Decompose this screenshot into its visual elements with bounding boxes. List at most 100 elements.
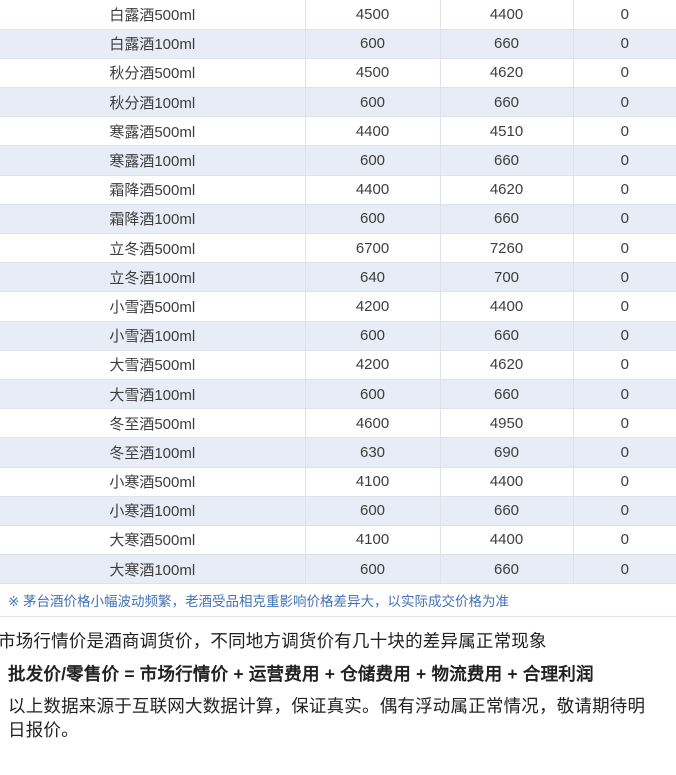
change-cell: 0 (573, 321, 676, 350)
table-row: 冬至酒500ml 4600 4950 0 (0, 409, 676, 438)
wholesale-price-cell: 600 (305, 29, 440, 58)
retail-price-cell: 4400 (440, 525, 573, 554)
change-cell: 0 (573, 29, 676, 58)
wholesale-price-cell: 4100 (305, 525, 440, 554)
product-name-cell: 白露酒100ml (0, 29, 305, 58)
product-name-cell: 寒露酒100ml (0, 146, 305, 175)
table-row: 霜降酒100ml 600 660 0 (0, 204, 676, 233)
product-name-cell: 霜降酒100ml (0, 204, 305, 233)
price-formula-note: 批发价/零售价 = 市场行情价 + 运营费用 + 仓储费用 + 物流费用 + 合… (8, 662, 676, 686)
notes-section: 市场行情价是酒商调货价，不同地方调货价有几十块的差异属正常现象 批发价/零售价 … (0, 617, 676, 742)
table-row: 大雪酒100ml 600 660 0 (0, 379, 676, 408)
change-cell: 0 (573, 0, 676, 29)
product-name-cell: 秋分酒100ml (0, 88, 305, 117)
table-row: 寒露酒500ml 4400 4510 0 (0, 117, 676, 146)
wholesale-price-cell: 600 (305, 379, 440, 408)
wholesale-price-cell: 4100 (305, 467, 440, 496)
retail-price-cell: 4400 (440, 467, 573, 496)
change-cell: 0 (573, 175, 676, 204)
change-cell: 0 (573, 204, 676, 233)
retail-price-cell: 700 (440, 263, 573, 292)
retail-price-cell: 7260 (440, 234, 573, 263)
wholesale-price-cell: 600 (305, 321, 440, 350)
retail-price-cell: 660 (440, 321, 573, 350)
change-cell: 0 (573, 350, 676, 379)
change-cell: 0 (573, 409, 676, 438)
table-row: 白露酒500ml 4500 4400 0 (0, 0, 676, 29)
product-name-cell: 寒露酒500ml (0, 117, 305, 146)
wholesale-price-cell: 4600 (305, 409, 440, 438)
table-row: 小寒酒500ml 4100 4400 0 (0, 467, 676, 496)
wholesale-price-cell: 600 (305, 88, 440, 117)
table-row: 大雪酒500ml 4200 4620 0 (0, 350, 676, 379)
table-row: 小雪酒500ml 4200 4400 0 (0, 292, 676, 321)
wholesale-price-cell: 600 (305, 146, 440, 175)
wholesale-price-cell: 640 (305, 263, 440, 292)
product-name-cell: 立冬酒500ml (0, 234, 305, 263)
table-row: 小寒酒100ml 600 660 0 (0, 496, 676, 525)
retail-price-cell: 4400 (440, 0, 573, 29)
table-row: 秋分酒100ml 600 660 0 (0, 88, 676, 117)
change-cell: 0 (573, 146, 676, 175)
retail-price-cell: 660 (440, 496, 573, 525)
wholesale-price-cell: 6700 (305, 234, 440, 263)
retail-price-cell: 660 (440, 379, 573, 408)
retail-price-cell: 4950 (440, 409, 573, 438)
product-name-cell: 小寒酒500ml (0, 467, 305, 496)
table-row: 寒露酒100ml 600 660 0 (0, 146, 676, 175)
price-table-body: 白露酒500ml 4500 4400 0 白露酒100ml 600 660 0 … (0, 0, 676, 584)
change-cell: 0 (573, 496, 676, 525)
table-row: 大寒酒500ml 4100 4400 0 (0, 525, 676, 554)
wholesale-price-cell: 4400 (305, 175, 440, 204)
product-name-cell: 小雪酒500ml (0, 292, 305, 321)
retail-price-cell: 660 (440, 88, 573, 117)
wholesale-price-cell: 4200 (305, 292, 440, 321)
change-cell: 0 (573, 555, 676, 584)
product-name-cell: 小雪酒100ml (0, 321, 305, 350)
retail-price-cell: 4620 (440, 58, 573, 87)
wholesale-price-cell: 600 (305, 204, 440, 233)
change-cell: 0 (573, 263, 676, 292)
retail-price-cell: 660 (440, 555, 573, 584)
wholesale-price-cell: 600 (305, 555, 440, 584)
product-name-cell: 立冬酒100ml (0, 263, 305, 292)
wholesale-price-cell: 4200 (305, 350, 440, 379)
product-name-cell: 冬至酒500ml (0, 409, 305, 438)
retail-price-cell: 660 (440, 146, 573, 175)
wholesale-price-cell: 4400 (305, 117, 440, 146)
product-name-cell: 冬至酒100ml (0, 438, 305, 467)
table-row: 大寒酒100ml 600 660 0 (0, 555, 676, 584)
product-name-cell: 秋分酒500ml (0, 58, 305, 87)
table-footnote: ※ 茅台酒价格小幅波动频繁，老酒受品相克重影响价格差异大，以实际成交价格为准 (0, 584, 676, 617)
retail-price-cell: 4620 (440, 175, 573, 204)
change-cell: 0 (573, 58, 676, 87)
retail-price-cell: 4400 (440, 292, 573, 321)
retail-price-cell: 660 (440, 204, 573, 233)
wholesale-price-cell: 600 (305, 496, 440, 525)
change-cell: 0 (573, 88, 676, 117)
table-row: 白露酒100ml 600 660 0 (0, 29, 676, 58)
wholesale-price-cell: 4500 (305, 0, 440, 29)
change-cell: 0 (573, 117, 676, 146)
product-name-cell: 小寒酒100ml (0, 496, 305, 525)
liquor-price-table: 白露酒500ml 4500 4400 0 白露酒100ml 600 660 0 … (0, 0, 676, 584)
wholesale-price-cell: 4500 (305, 58, 440, 87)
change-cell: 0 (573, 525, 676, 554)
change-cell: 0 (573, 467, 676, 496)
change-cell: 0 (573, 438, 676, 467)
data-source-disclaimer: 以上数据来源于互联网大数据计算，保证真实。偶有浮动属正常情况，敬请期待明日报价。 (8, 694, 676, 742)
product-name-cell: 白露酒500ml (0, 0, 305, 29)
table-row: 秋分酒500ml 4500 4620 0 (0, 58, 676, 87)
change-cell: 0 (573, 292, 676, 321)
table-row: 小雪酒100ml 600 660 0 (0, 321, 676, 350)
wholesale-price-cell: 630 (305, 438, 440, 467)
product-name-cell: 大寒酒100ml (0, 555, 305, 584)
table-row: 霜降酒500ml 4400 4620 0 (0, 175, 676, 204)
market-price-note: 市场行情价是酒商调货价，不同地方调货价有几十块的差异属正常现象 (0, 629, 676, 653)
product-name-cell: 霜降酒500ml (0, 175, 305, 204)
product-name-cell: 大雪酒500ml (0, 350, 305, 379)
retail-price-cell: 4510 (440, 117, 573, 146)
retail-price-cell: 660 (440, 29, 573, 58)
change-cell: 0 (573, 234, 676, 263)
change-cell: 0 (573, 379, 676, 408)
